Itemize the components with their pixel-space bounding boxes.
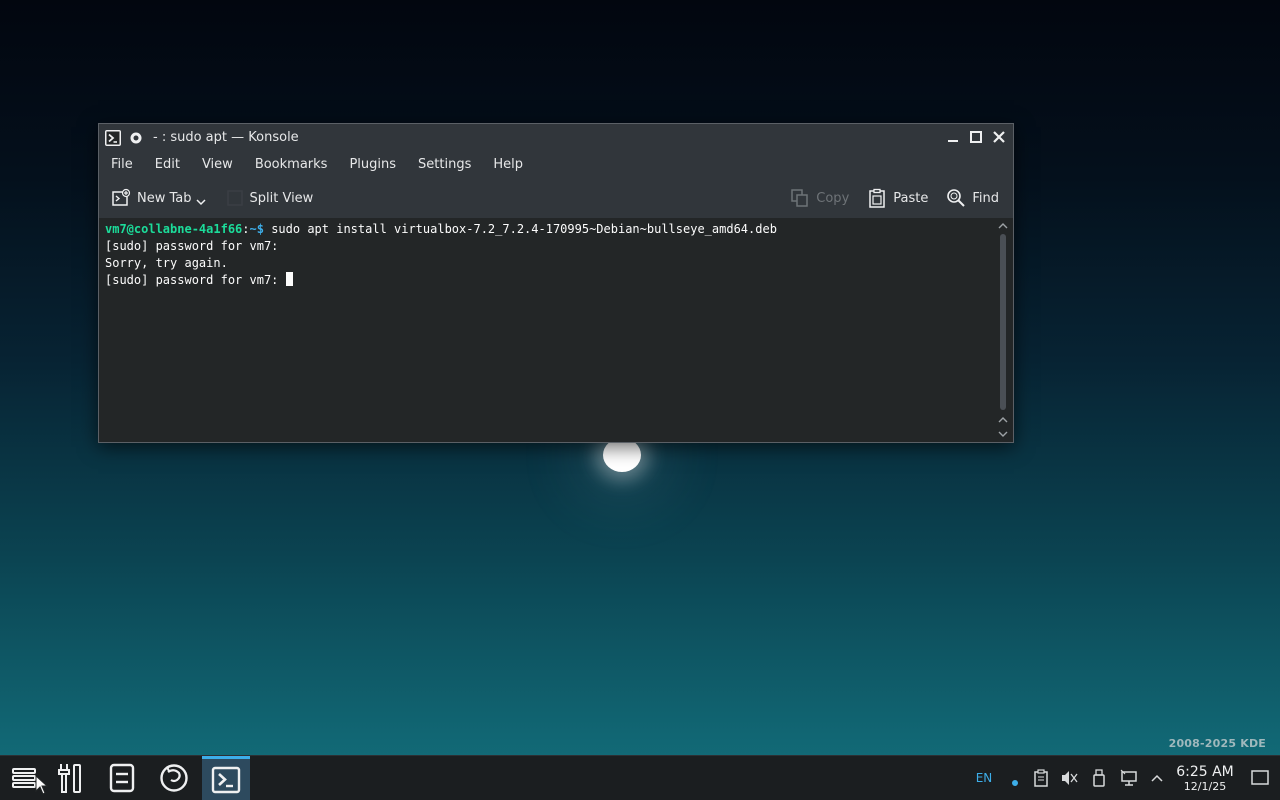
paste-label: Paste — [893, 190, 929, 206]
tray-clipboard[interactable] — [1028, 756, 1054, 800]
split-view-button[interactable]: Split View — [220, 182, 320, 214]
taskbar-settings[interactable] — [46, 756, 94, 800]
paste-icon — [869, 188, 886, 208]
dot-icon — [1012, 780, 1018, 786]
main-toolbar: New Tab Split View Copy Paste Find — [99, 178, 1013, 218]
paste-button[interactable]: Paste — [861, 182, 934, 214]
terminal-command-line: vm7@collabne-4a1f66:~$ sudo apt install … — [105, 221, 777, 238]
copy-icon — [791, 189, 809, 207]
new-tab-button[interactable]: New Tab — [105, 182, 212, 214]
search-icon — [947, 189, 966, 207]
new-tab-icon — [112, 188, 131, 206]
new-tab-label: New Tab — [137, 190, 192, 206]
pin-icon[interactable] — [127, 129, 145, 147]
show-desktop-icon — [1251, 770, 1269, 785]
show-desktop-button[interactable] — [1240, 756, 1280, 800]
close-icon — [993, 131, 1005, 143]
close-button[interactable] — [989, 127, 1009, 147]
prompt-user-host: vm7@collabne-4a1f66 — [105, 222, 243, 236]
notification-dot[interactable] — [1002, 756, 1028, 800]
split-view-label: Split View — [249, 190, 314, 206]
scroll-up-icon — [998, 417, 1008, 423]
terminal-area[interactable]: vm7@collabne-4a1f66:~$ sudo apt install … — [99, 218, 1013, 442]
maximize-button[interactable] — [966, 127, 986, 147]
prompt-separator: : — [242, 222, 250, 236]
password-prompt: [sudo] password for vm7: — [105, 273, 286, 287]
menu-bar: File Edit View Bookmarks Plugins Setting… — [99, 151, 1013, 178]
taskbar-konsole[interactable] — [202, 756, 250, 800]
system-tray: EN 6:25 AM 12/1/25 — [966, 756, 1280, 800]
tools-icon — [58, 764, 81, 793]
prompt-path: ~$ — [249, 222, 264, 236]
scroll-up-icon — [998, 223, 1008, 229]
terminal-command: sudo apt install virtualbox-7.2_7.2.4-17… — [263, 222, 777, 236]
menu-settings[interactable]: Settings — [407, 151, 482, 178]
chevron-down-icon — [195, 199, 206, 206]
find-button[interactable]: Find — [940, 182, 1005, 214]
terminal-input-line: [sudo] password for vm7: — [105, 272, 777, 289]
digital-clock[interactable]: 6:25 AM 12/1/25 — [1170, 756, 1240, 800]
terminal-scrollbar[interactable] — [997, 220, 1009, 440]
wallpaper-moon — [603, 438, 641, 472]
scrollbar-handle[interactable] — [1000, 234, 1006, 410]
scroll-down-icon — [998, 431, 1008, 437]
desktop-watermark: 2008-2025 KDE — [1168, 737, 1266, 750]
terminal-output-line: [sudo] password for vm7: — [105, 239, 279, 253]
menu-edit[interactable]: Edit — [144, 151, 191, 178]
menu-help[interactable]: Help — [482, 151, 534, 178]
tray-usb[interactable] — [1084, 756, 1114, 800]
tray-volume[interactable] — [1054, 756, 1084, 800]
mouse-pointer-icon — [35, 775, 49, 795]
minimize-icon — [948, 140, 958, 142]
terminal-output-line: Sorry, try again. — [105, 256, 228, 270]
menu-bookmarks[interactable]: Bookmarks — [244, 151, 339, 178]
text-cursor — [285, 272, 293, 286]
window-titlebar[interactable]: - : sudo apt — Konsole — [99, 124, 1013, 151]
clock-time: 6:25 AM — [1176, 763, 1234, 780]
network-wired-icon — [1120, 769, 1137, 786]
konsole-icon — [211, 766, 241, 793]
maximize-icon — [970, 131, 982, 143]
menu-plugins[interactable]: Plugins — [338, 151, 407, 178]
tray-expand[interactable] — [1144, 756, 1170, 800]
clipboard-icon — [1034, 769, 1048, 787]
taskbar-file-manager[interactable] — [98, 756, 146, 800]
clock-date: 12/1/25 — [1183, 779, 1227, 793]
file-manager-icon — [109, 763, 135, 793]
window-title: - : sudo apt — Konsole — [153, 130, 299, 145]
usb-drive-icon — [1093, 769, 1105, 787]
copy-button[interactable]: Copy — [784, 182, 855, 214]
konsole-app-icon[interactable] — [104, 129, 122, 147]
taskbar: EN 6:25 AM 12/1/25 — [0, 755, 1280, 800]
chevron-up-icon — [1151, 774, 1163, 782]
konsole-window[interactable]: - : sudo apt — Konsole File Edit View Bo… — [98, 123, 1014, 443]
firefox-icon — [160, 764, 188, 792]
menu-file[interactable]: File — [99, 151, 144, 178]
minimize-button[interactable] — [943, 127, 963, 147]
taskbar-firefox[interactable] — [150, 756, 198, 800]
menu-view[interactable]: View — [191, 151, 244, 178]
keyboard-layout[interactable]: EN — [966, 756, 1002, 800]
menu-icon — [12, 768, 36, 788]
tray-network[interactable] — [1114, 756, 1144, 800]
copy-label: Copy — [816, 190, 850, 206]
volume-muted-icon — [1062, 771, 1078, 785]
find-label: Find — [972, 190, 999, 206]
split-view-icon — [226, 190, 243, 206]
